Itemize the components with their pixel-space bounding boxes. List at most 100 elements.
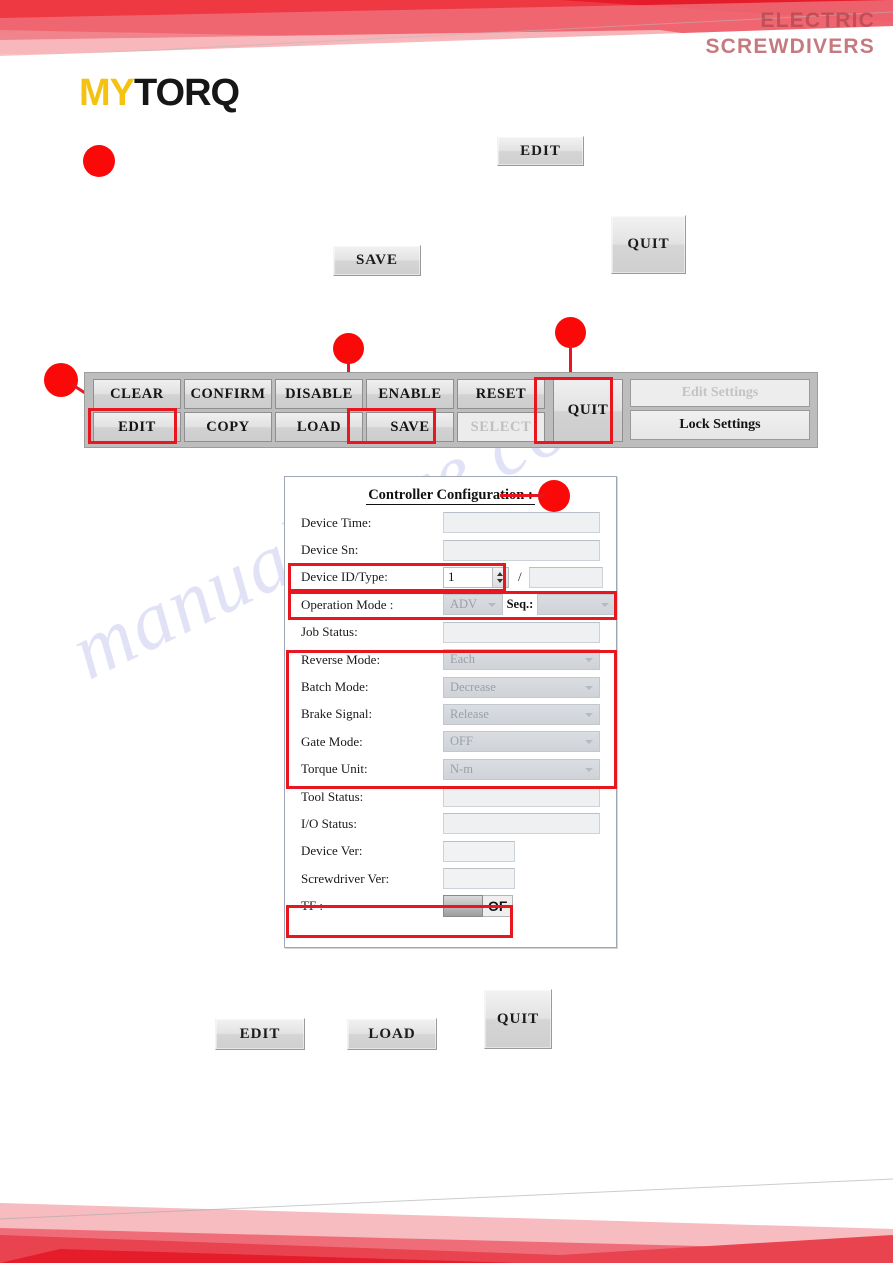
spinner-down-icon[interactable] (497, 578, 503, 583)
quit-button-top[interactable]: QUIT (611, 215, 686, 274)
row-reverse-mode: Reverse Mode: Each (285, 646, 616, 673)
select-batch-mode-value: Decrease (450, 679, 496, 694)
toolbar-button-select[interactable]: SELECT (457, 412, 545, 442)
toolbar-button-disable[interactable]: DISABLE (275, 379, 363, 409)
label-tool-status: Tool Status: (301, 788, 364, 804)
label-io-status: I/O Status: (301, 815, 357, 831)
save-button-top[interactable]: SAVE (333, 245, 421, 276)
toolbar-button-clear[interactable]: CLEAR (93, 379, 181, 409)
label-reverse-mode: Reverse Mode: (301, 651, 381, 667)
chevron-down-icon (585, 712, 593, 717)
spinner-up-icon[interactable] (497, 571, 503, 576)
spinner-arrows[interactable] (492, 567, 508, 587)
row-device-id-type: Device ID/Type: 1 / (285, 564, 616, 591)
toolbar-button-copy[interactable]: COPY (184, 412, 272, 442)
row-io-status: I/O Status: (285, 810, 616, 837)
callout-leader-5 (500, 494, 545, 497)
controller-configuration-dialog: Controller Configuration : Device Time: … (284, 476, 617, 948)
callout-dot-2 (44, 363, 78, 397)
select-batch-mode[interactable]: Decrease (443, 676, 600, 698)
toolbar-button-load[interactable]: LOAD (275, 412, 363, 442)
input-device-ver[interactable] (443, 840, 515, 862)
row-device-sn: Device Sn: (285, 536, 616, 563)
row-gate-mode: Gate Mode: OFF (285, 728, 616, 755)
label-screwdriver-ver: Screwdriver Ver: (301, 870, 390, 886)
main-toolbar: CLEAR CONFIRM DISABLE ENABLE RESET EDIT … (84, 372, 818, 448)
toggle-tf-state: OF (483, 895, 514, 918)
input-tool-status[interactable] (443, 786, 600, 808)
toolbar-button-quit[interactable]: QUIT (553, 379, 623, 442)
label-gate-mode: Gate Mode: (301, 733, 363, 749)
chevron-down-icon (585, 658, 593, 663)
chevron-down-icon (585, 740, 593, 745)
select-reverse-mode-value: Each (450, 652, 475, 667)
input-job-status[interactable] (443, 621, 600, 643)
spinner-device-id[interactable]: 1 (443, 566, 509, 588)
select-torque-unit[interactable]: N-m (443, 758, 600, 780)
select-operation-mode[interactable]: ADV (443, 594, 503, 616)
toolbar-button-edit-settings[interactable]: Edit Settings (630, 379, 810, 407)
callout-dot-4 (555, 317, 586, 348)
callout-dot-1 (83, 145, 115, 177)
select-gate-mode-value: OFF (450, 734, 473, 749)
select-brake-signal[interactable]: Release (443, 703, 600, 725)
row-job-status: Job Status: (285, 619, 616, 646)
row-tool-status: Tool Status: (285, 783, 616, 810)
bottom-decorative-banner (0, 1173, 893, 1263)
label-operation-mode: Operation Mode : (301, 596, 394, 612)
load-button-bottom[interactable]: LOAD (347, 1018, 437, 1050)
select-brake-signal-value: Release (450, 706, 489, 721)
label-device-id-type: Device ID/Type: (301, 569, 388, 585)
label-seq: Seq.: (506, 597, 534, 612)
input-screwdriver-ver[interactable] (443, 868, 515, 890)
toolbar-button-confirm[interactable]: CONFIRM (184, 379, 272, 409)
mytorq-logo: MYTORQ (79, 72, 240, 115)
select-reverse-mode[interactable]: Each (443, 649, 600, 671)
label-device-ver: Device Ver: (301, 843, 363, 859)
row-operation-mode: Operation Mode : ADV Seq.: (285, 591, 616, 618)
header-tagline: ELECTRIC SCREWDIVERS (705, 8, 875, 60)
logo-torq-text: TORQ (134, 72, 240, 114)
toolbar-button-enable[interactable]: ENABLE (366, 379, 454, 409)
select-operation-mode-value: ADV (450, 597, 478, 612)
edit-button-top[interactable]: EDIT (497, 136, 584, 166)
device-id-type-separator: / (518, 569, 522, 585)
toolbar-button-lock-settings[interactable]: Lock Settings (630, 410, 810, 440)
select-torque-unit-value: N-m (450, 761, 473, 776)
toggle-tf[interactable]: OF (443, 895, 514, 918)
toolbar-button-edit[interactable]: EDIT (93, 412, 181, 442)
row-device-ver: Device Ver: (285, 838, 616, 865)
label-brake-signal: Brake Signal: (301, 706, 373, 722)
input-device-type[interactable] (528, 566, 603, 588)
quit-button-bottom[interactable]: QUIT (484, 989, 552, 1049)
label-torque-unit: Torque Unit: (301, 761, 368, 777)
label-batch-mode: Batch Mode: (301, 679, 369, 695)
edit-button-bottom[interactable]: EDIT (215, 1018, 305, 1050)
select-seq[interactable] (537, 594, 616, 616)
chevron-down-icon (487, 603, 496, 608)
toggle-tf-knob[interactable] (443, 895, 483, 918)
row-tf: TF : OF (285, 892, 616, 919)
chevron-down-icon (601, 603, 609, 608)
header-tagline-line1: ELECTRIC (760, 9, 875, 32)
toolbar-button-reset[interactable]: RESET (457, 379, 545, 409)
label-tf: TF : (301, 898, 324, 914)
logo-my-text: MY (79, 72, 135, 114)
header-tagline-line2: SCREWDIVERS (705, 35, 875, 58)
label-device-sn: Device Sn: (301, 542, 359, 558)
input-device-time[interactable] (443, 512, 600, 534)
input-io-status[interactable] (443, 813, 600, 835)
chevron-down-icon (585, 685, 593, 690)
row-device-time: Device Time: (285, 509, 616, 536)
dialog-field-rows: Device Time: Device Sn: Device ID/Type: … (285, 509, 616, 920)
row-batch-mode: Batch Mode: Decrease (285, 673, 616, 700)
spinner-device-id-value: 1 (448, 569, 455, 585)
select-gate-mode[interactable]: OFF (443, 731, 600, 753)
chevron-down-icon (585, 767, 593, 772)
toolbar-button-save[interactable]: SAVE (366, 412, 454, 442)
input-device-sn[interactable] (443, 539, 600, 561)
row-torque-unit: Torque Unit: N-m (285, 756, 616, 783)
label-job-status: Job Status: (301, 624, 358, 640)
row-screwdriver-ver: Screwdriver Ver: (285, 865, 616, 892)
row-brake-signal: Brake Signal: Release (285, 701, 616, 728)
